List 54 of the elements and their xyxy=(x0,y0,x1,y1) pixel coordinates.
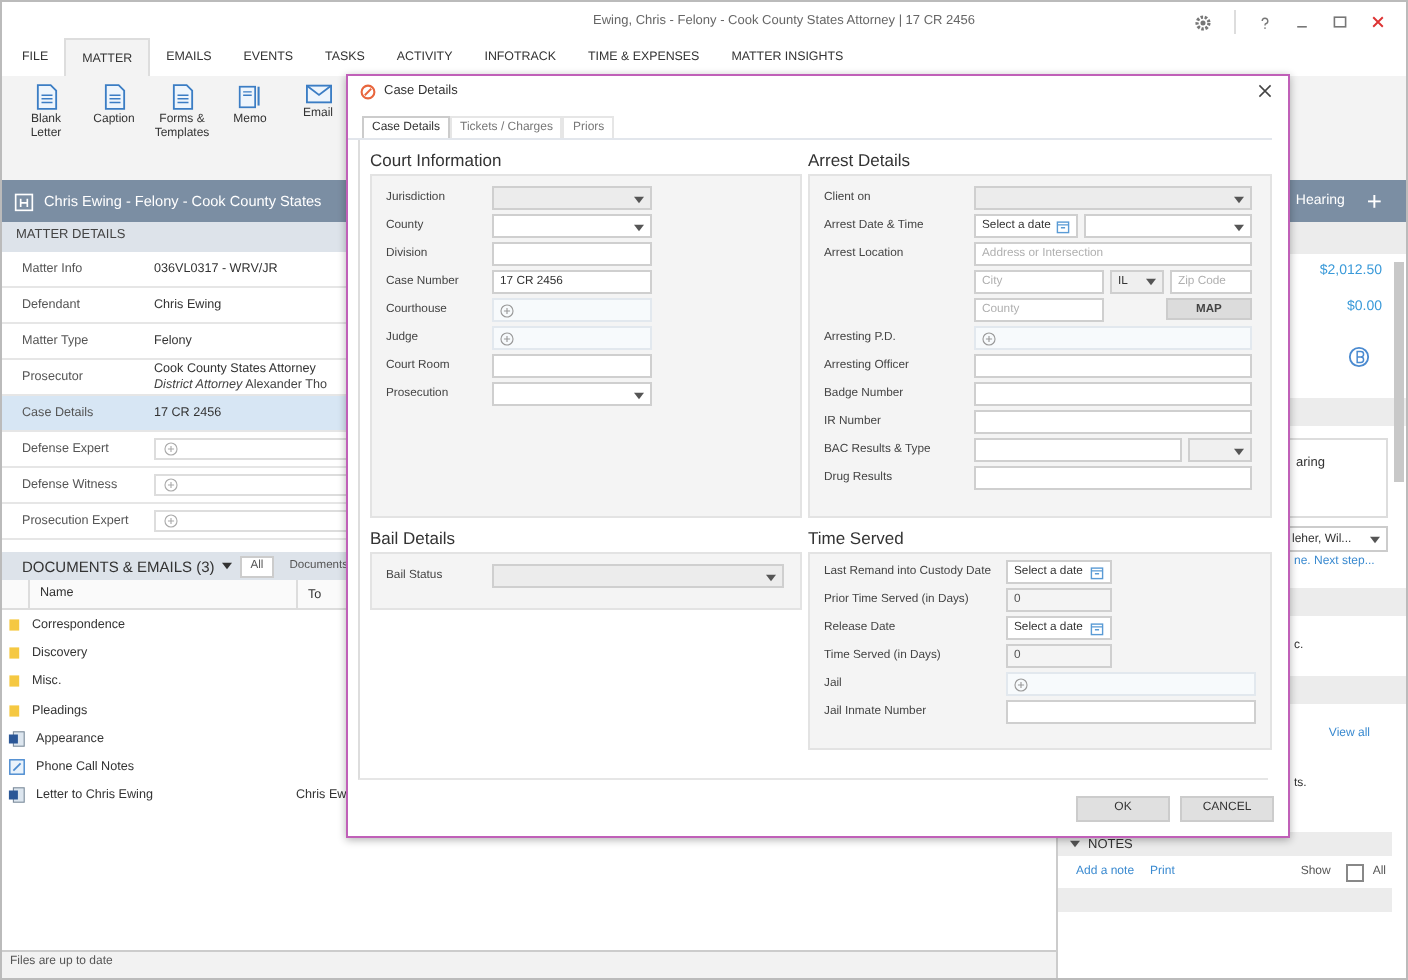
text-field[interactable] xyxy=(492,354,652,378)
add-circle-icon[interactable] xyxy=(164,478,178,492)
document-icon xyxy=(171,84,193,110)
text-field[interactable] xyxy=(1006,700,1256,724)
document-icon xyxy=(103,84,125,110)
scrollbar[interactable] xyxy=(1394,262,1404,482)
maximize-icon[interactable] xyxy=(1332,14,1348,30)
logo-icon xyxy=(360,83,376,99)
add-circle-icon[interactable] xyxy=(982,331,996,345)
section-title: Time Served xyxy=(808,528,906,552)
caret-icon xyxy=(1146,278,1156,286)
note-icon xyxy=(8,758,26,777)
add-circle-icon[interactable] xyxy=(1014,677,1028,691)
dropdown-field[interactable] xyxy=(1188,438,1252,462)
dropdown-field[interactable] xyxy=(492,564,784,588)
caret-icon xyxy=(634,196,644,204)
add-circle-icon[interactable] xyxy=(164,442,178,456)
caret-icon xyxy=(1234,448,1244,456)
add-circle-icon[interactable] xyxy=(164,514,178,528)
circle-icon xyxy=(1348,345,1370,367)
settings-icon[interactable] xyxy=(1194,13,1212,31)
caret-icon xyxy=(1234,196,1244,204)
text-field[interactable] xyxy=(974,410,1252,434)
section-title: Court Information xyxy=(370,150,504,174)
text-field[interactable] xyxy=(492,242,652,266)
document-icon xyxy=(8,786,26,805)
add-circle-icon[interactable] xyxy=(500,303,514,317)
caret-icon xyxy=(1370,535,1380,543)
add-circle-icon[interactable] xyxy=(500,331,514,345)
help-icon[interactable] xyxy=(1258,13,1272,31)
lookup-field[interactable] xyxy=(974,326,1252,350)
document-icon xyxy=(35,84,57,110)
time-dropdown[interactable] xyxy=(1084,214,1252,238)
lookup-field[interactable] xyxy=(492,298,652,322)
lookup-field[interactable] xyxy=(492,326,652,350)
document-icon xyxy=(8,729,26,748)
lookup-field[interactable] xyxy=(1006,672,1256,696)
close-icon[interactable] xyxy=(1370,14,1386,30)
envelope-icon xyxy=(305,84,331,104)
section-title: Bail Details xyxy=(370,528,458,552)
dropdown-field[interactable] xyxy=(492,186,652,210)
checkbox[interactable] xyxy=(1346,863,1365,881)
close-icon[interactable] xyxy=(1258,84,1272,98)
text-field[interactable] xyxy=(974,466,1252,490)
caret-icon xyxy=(634,392,644,400)
text-field[interactable] xyxy=(974,354,1252,378)
dropdown-field[interactable] xyxy=(974,186,1252,210)
section-title: Arrest Details xyxy=(808,150,913,174)
caret-icon[interactable] xyxy=(222,562,233,570)
text-field[interactable] xyxy=(974,382,1252,406)
dropdown-field[interactable] xyxy=(492,214,652,238)
memo-icon xyxy=(238,84,262,110)
dropdown-field[interactable] xyxy=(492,382,652,406)
text-field[interactable] xyxy=(974,438,1182,462)
